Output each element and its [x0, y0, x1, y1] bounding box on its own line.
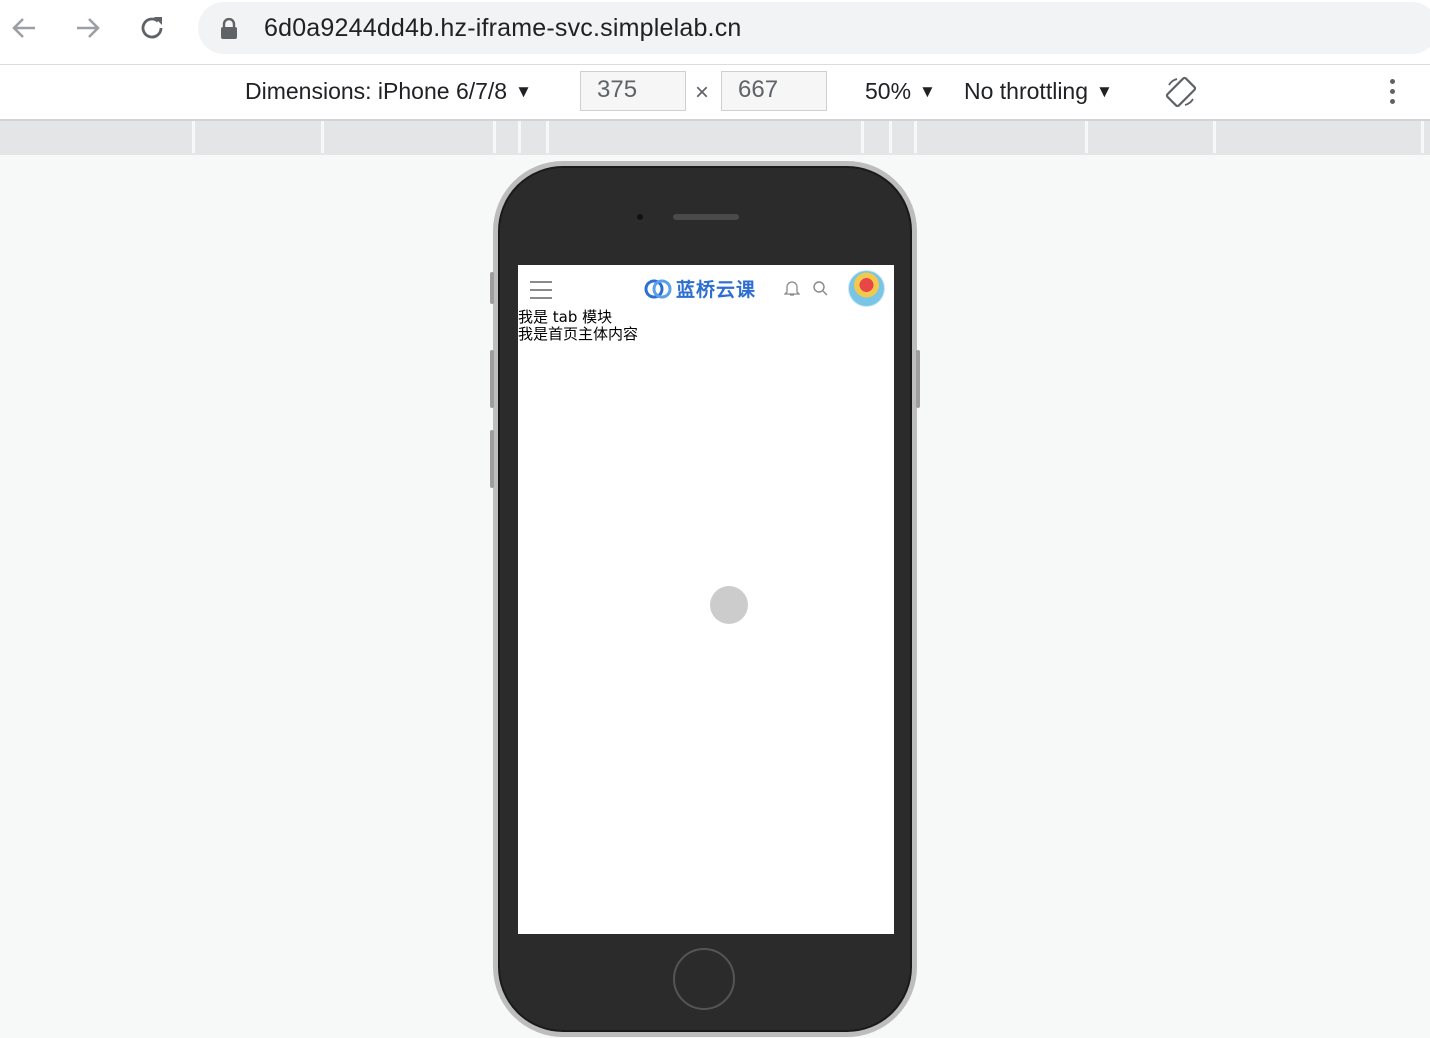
mq-divider — [1421, 121, 1424, 153]
mq-divider — [518, 121, 521, 153]
camera-icon — [637, 214, 643, 220]
logo-text: 蓝桥云课 — [676, 279, 757, 301]
tab-module-text: 我是 tab 模块 — [518, 308, 613, 326]
search-icon[interactable] — [812, 280, 828, 296]
device-toolbar: Dimensions: iPhone 6/7/8 ▼ 375 × 667 50% ▼… — [0, 65, 1430, 121]
mq-divider — [914, 121, 917, 153]
device-screen[interactable]: 蓝桥云课 我是 tab 模块 我是首页主体内容 — [518, 265, 894, 934]
address-bar[interactable]: 6d0a9244dd4b.hz-iframe-svc.simplelab.cn — [198, 2, 1430, 54]
zoom-label: 50% — [865, 78, 912, 104]
volume-down-button — [490, 430, 494, 488]
times-separator: × — [695, 79, 710, 106]
touch-cursor — [710, 586, 748, 624]
throttling-label: No throttling — [964, 78, 1089, 104]
cloud-logo-icon — [644, 279, 672, 298]
mute-switch — [490, 272, 494, 304]
app-header: 蓝桥云课 — [518, 265, 894, 311]
arrow-right-icon — [77, 18, 100, 38]
mq-divider — [1213, 121, 1216, 153]
home-content-text: 我是首页主体内容 — [518, 325, 639, 343]
rotate-icon[interactable] — [1164, 75, 1198, 109]
reload-icon — [141, 17, 163, 39]
throttling-dropdown[interactable]: No throttling ▼ — [964, 78, 1113, 105]
back-button[interactable] — [6, 10, 42, 46]
lock-icon — [221, 18, 237, 39]
arrow-left-icon — [12, 18, 35, 38]
bell-icon[interactable] — [784, 280, 800, 297]
mq-divider — [546, 121, 549, 153]
mq-divider — [1085, 121, 1088, 153]
url-text[interactable]: 6d0a9244dd4b.hz-iframe-svc.simplelab.cn — [264, 14, 742, 43]
height-input[interactable]: 667 — [721, 71, 827, 111]
width-input[interactable]: 375 — [580, 71, 686, 111]
chevron-down-icon: ▼ — [919, 82, 936, 101]
menu-icon[interactable] — [530, 281, 552, 305]
chevron-down-icon: ▼ — [515, 82, 532, 101]
mq-divider — [861, 121, 864, 153]
mq-divider — [321, 121, 324, 153]
forward-button[interactable] — [70, 10, 106, 46]
dimensions-dropdown[interactable]: Dimensions: iPhone 6/7/8 ▼ — [245, 78, 532, 105]
speaker-grille — [673, 214, 739, 220]
more-vertical-icon[interactable] — [1384, 79, 1400, 107]
mq-divider — [889, 121, 892, 153]
chevron-down-icon: ▼ — [1096, 82, 1113, 101]
brand-logo[interactable]: 蓝桥云课 — [644, 275, 756, 302]
home-button — [673, 948, 735, 1010]
mq-divider — [493, 121, 496, 153]
mq-divider — [192, 121, 195, 153]
media-query-bar[interactable] — [0, 121, 1430, 155]
reload-button[interactable] — [134, 10, 170, 46]
avatar[interactable] — [848, 270, 885, 307]
browser-address-row: 6d0a9244dd4b.hz-iframe-svc.simplelab.cn — [0, 0, 1430, 65]
volume-up-button — [490, 350, 494, 408]
power-button — [916, 350, 920, 408]
dimensions-label: Dimensions: iPhone 6/7/8 — [245, 78, 508, 104]
zoom-dropdown[interactable]: 50% ▼ — [865, 78, 936, 105]
